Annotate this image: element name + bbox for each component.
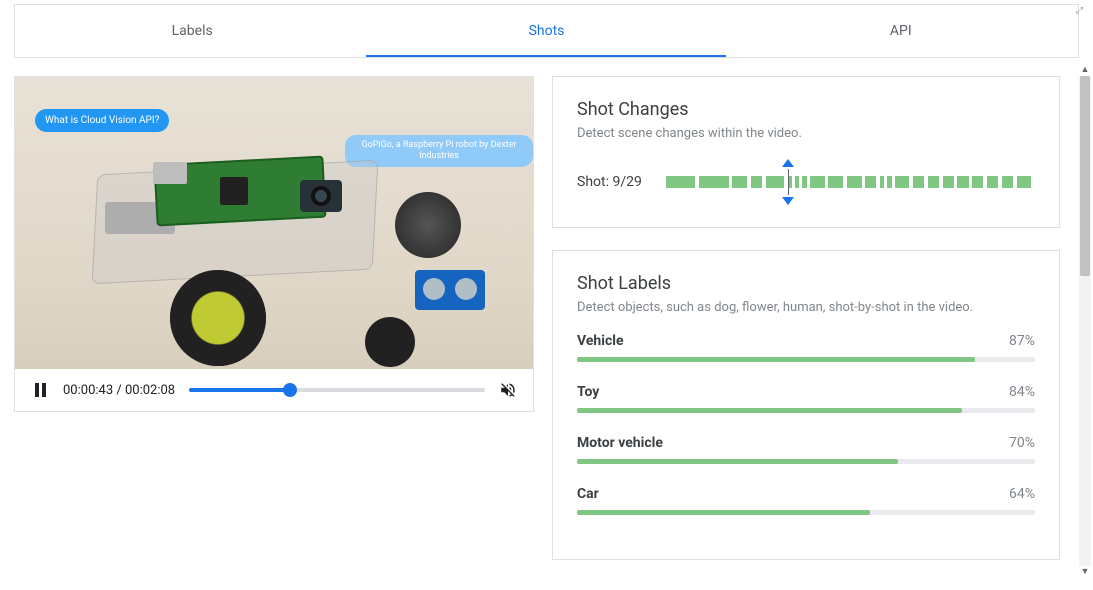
- label-name: Vehicle: [577, 333, 624, 349]
- label-confidence: 84%: [1009, 384, 1035, 400]
- timeline-segment: [828, 176, 843, 188]
- video-controls: 00:00:43 / 00:02:08: [15, 369, 533, 411]
- seek-fill: [189, 388, 290, 392]
- timeline-segment: [913, 176, 924, 188]
- label-name: Toy: [577, 384, 599, 400]
- label-row: Toy 84%: [577, 384, 1035, 413]
- timeline-segment: [928, 176, 939, 188]
- label-confidence: 70%: [1009, 435, 1035, 451]
- confidence-bar-bg: [577, 510, 1035, 515]
- label-confidence: 87%: [1009, 333, 1035, 349]
- confidence-bar-bg: [577, 408, 1035, 413]
- tab-labels[interactable]: Labels: [15, 5, 369, 57]
- volume-off-icon: [499, 379, 517, 401]
- timeline-segment: [887, 176, 891, 188]
- overlay-caption-1: What is Cloud Vision API?: [35, 109, 169, 132]
- label-row: Vehicle 87%: [577, 333, 1035, 362]
- label-row: Motor vehicle 70%: [577, 435, 1035, 464]
- tab-shots[interactable]: Shots: [369, 5, 723, 57]
- timeline-segment: [732, 176, 747, 188]
- timeline-segment: [865, 176, 876, 188]
- shot-timeline[interactable]: [666, 159, 1035, 205]
- tab-bar: Labels Shots API: [14, 4, 1079, 58]
- label-row: Car 64%: [577, 486, 1035, 515]
- label-name: Car: [577, 486, 599, 502]
- timeline-segment: [957, 176, 968, 188]
- shot-labels-title: Shot Labels: [577, 273, 1035, 294]
- shot-changes-card: Shot Changes Detect scene changes within…: [552, 76, 1060, 228]
- timeline-segment: [802, 176, 806, 188]
- seek-thumb[interactable]: [283, 383, 297, 397]
- label-name: Motor vehicle: [577, 435, 663, 451]
- video-content-illustration: [95, 152, 425, 322]
- timeline-segment: [972, 176, 983, 188]
- timeline-segment: [795, 176, 799, 188]
- shot-labels-subtitle: Detect objects, such as dog, flower, hum…: [577, 300, 1035, 315]
- timeline-segment: [895, 176, 910, 188]
- timeline-segment: [666, 176, 696, 188]
- scrollbar-thumb[interactable]: [1080, 76, 1090, 276]
- pause-icon: [35, 383, 46, 397]
- timeline-segment: [943, 176, 954, 188]
- timeline-segment: [847, 176, 862, 188]
- scrollbar[interactable]: ▲ ▼: [1079, 76, 1091, 566]
- shot-counter: Shot: 9/29: [577, 174, 642, 190]
- shot-changes-subtitle: Detect scene changes within the video.: [577, 126, 1035, 141]
- timeline-segment: [1002, 176, 1013, 188]
- seek-bar[interactable]: [189, 388, 485, 392]
- timeline-segment: [788, 176, 792, 188]
- confidence-bar-fill: [577, 459, 898, 464]
- timeline-segment: [810, 176, 825, 188]
- confidence-bar-bg: [577, 357, 1035, 362]
- shot-labels-card: Shot Labels Detect objects, such as dog,…: [552, 250, 1060, 560]
- tab-api[interactable]: API: [724, 5, 1078, 57]
- chevron-down-icon: [782, 197, 794, 205]
- video-player: What is Cloud Vision API? GoPiGo, a Rasp…: [14, 76, 534, 412]
- timeline-segment: [987, 176, 998, 188]
- label-confidence: 64%: [1009, 486, 1035, 502]
- pause-button[interactable]: [31, 381, 49, 399]
- scroll-down-icon[interactable]: ▼: [1079, 566, 1091, 578]
- confidence-bar-fill: [577, 408, 962, 413]
- confidence-bar-fill: [577, 510, 870, 515]
- timeline-segment: [766, 176, 784, 188]
- chevron-up-icon: [782, 159, 794, 167]
- timeline-segment: [751, 176, 762, 188]
- shot-changes-title: Shot Changes: [577, 99, 1035, 120]
- timeline-segment: [699, 176, 729, 188]
- confidence-bar-fill: [577, 357, 975, 362]
- confidence-bar-bg: [577, 459, 1035, 464]
- mute-button[interactable]: [499, 381, 517, 399]
- scroll-up-icon[interactable]: ▲: [1079, 64, 1091, 76]
- video-frame[interactable]: What is Cloud Vision API? GoPiGo, a Rasp…: [15, 77, 533, 369]
- timeline-segment: [1017, 176, 1032, 188]
- time-display: 00:00:43 / 00:02:08: [63, 383, 175, 398]
- timeline-segment: [880, 176, 884, 188]
- results-scroll-area: Shot Changes Detect scene changes within…: [552, 76, 1060, 566]
